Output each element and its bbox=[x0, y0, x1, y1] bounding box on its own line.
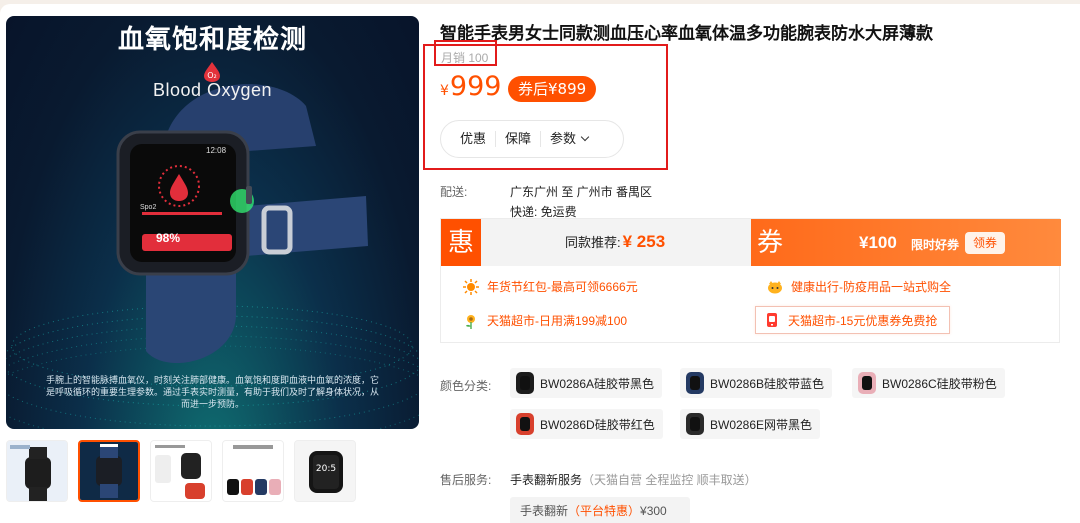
coupon-phone-icon bbox=[767, 313, 777, 327]
coupon-price-badge: 券后¥899 bbox=[508, 76, 597, 102]
sun-icon bbox=[463, 278, 479, 295]
thumbnail-5[interactable]: 20:5 bbox=[294, 440, 356, 502]
main-product-image[interactable]: 血氧饱和度检测 O₂ Blood Oxygen 12:08 Spo2 98% 手… bbox=[6, 16, 419, 429]
after-sales-service: 手表翻新服务（天猫自营 全程监控 顺丰取送） bbox=[510, 471, 757, 488]
recommend-text: 同款推荐: ¥ 253 bbox=[565, 232, 665, 252]
color-option-d[interactable]: BW0286D硅胶带红色 bbox=[510, 409, 663, 439]
monthly-sales: 月销 100 bbox=[441, 51, 489, 65]
svg-text:20:5: 20:5 bbox=[316, 464, 336, 474]
option-tag: （平台特惠） bbox=[568, 504, 641, 518]
tab-params[interactable]: 参数 bbox=[540, 131, 597, 147]
recommend-price: ¥ 253 bbox=[622, 232, 666, 251]
promo-item-label: 天猫超市-15元优惠券免费抢 bbox=[788, 313, 938, 328]
promo-panel: 惠 同款推荐: ¥ 253 券 ¥100 限时好券 领券 年货节红包-最高可领66… bbox=[440, 218, 1061, 343]
color-label: 颜色分类: bbox=[440, 379, 492, 393]
color-option-label: BW0286E网带黑色 bbox=[710, 417, 813, 432]
service-note: （天猫自营 全程监控 顺丰取送） bbox=[582, 473, 757, 487]
option-price: ¥300 bbox=[640, 504, 667, 518]
hero-caption: 手腕上的智能脉搏血氧仪，时刻关注肺部健康。血氧饱和度即血液中血氧的浓度，它是呼吸… bbox=[46, 375, 380, 409]
after-sales-label: 售后服务: bbox=[440, 473, 492, 487]
watch-spo2-label: Spo2 bbox=[140, 204, 157, 211]
recommend-area[interactable]: 同款推荐: ¥ 253 bbox=[481, 219, 751, 266]
tab-guarantee[interactable]: 保障 bbox=[495, 131, 540, 147]
coupon-tag: 限时好券 bbox=[911, 238, 960, 252]
recommend-label: 同款推荐: bbox=[565, 235, 621, 250]
hui-badge: 惠 bbox=[441, 219, 481, 266]
color-option-label: BW0286C硅胶带粉色 bbox=[882, 376, 997, 391]
cat-face-icon bbox=[768, 280, 782, 293]
promo-item-label: 健康出行-防疫用品一站式购全 bbox=[791, 280, 951, 294]
chevron-down-icon bbox=[580, 132, 590, 142]
option-name: 手表翻新 bbox=[520, 504, 569, 518]
product-title: 智能手表男女士同款测血压心率血氧体温多功能腕表防水大屏薄款 bbox=[440, 24, 933, 44]
thumbnail-1[interactable] bbox=[6, 440, 68, 502]
price-value: 999 bbox=[449, 71, 502, 102]
promo-bar: 惠 同款推荐: ¥ 253 券 ¥100 限时好券 领券 bbox=[441, 219, 1061, 266]
sunflower-icon bbox=[466, 314, 475, 329]
promo-item-tmall-coupon[interactable]: 天猫超市-15元优惠券免费抢 bbox=[755, 306, 951, 334]
claim-coupon-button[interactable]: 领券 bbox=[965, 232, 1006, 254]
watch-thumb-icon bbox=[858, 372, 876, 394]
promo-item-red-packet[interactable]: 年货节红包-最高可领6666元 bbox=[463, 278, 638, 295]
quan-badge: 券 bbox=[757, 227, 784, 257]
color-option-b[interactable]: BW0286B硅胶带蓝色 bbox=[680, 368, 833, 398]
service-name: 手表翻新服务 bbox=[510, 473, 583, 487]
coupon-banner: 券 ¥100 限时好券 领券 bbox=[751, 219, 1061, 266]
promo-item-label: 年货节红包-最高可领6666元 bbox=[487, 280, 638, 294]
color-option-label: BW0286D硅胶带红色 bbox=[540, 417, 655, 432]
price-currency: ¥ bbox=[440, 83, 449, 99]
info-tabs: 优惠 保障 参数 bbox=[440, 120, 624, 158]
color-option-e[interactable]: BW0286E网带黑色 bbox=[680, 409, 821, 439]
thumbnail-4[interactable] bbox=[222, 440, 284, 502]
hero-subtitle: Blood Oxygen bbox=[152, 80, 273, 100]
price: ¥999 bbox=[440, 71, 501, 102]
promo-item-tmall-199[interactable]: 天猫超市-日用满199减100 bbox=[463, 312, 627, 329]
thumbnail-2[interactable] bbox=[78, 440, 140, 502]
color-option-c[interactable]: BW0286C硅胶带粉色 bbox=[852, 368, 1005, 398]
delivery-route[interactable]: 广东广州 至 广州市 番禺区 bbox=[510, 183, 652, 200]
tab-discount[interactable]: 优惠 bbox=[451, 131, 495, 147]
watch-thumb-icon bbox=[686, 413, 704, 435]
promo-item-health[interactable]: 健康出行-防疫用品一站式购全 bbox=[767, 278, 951, 295]
color-option-a[interactable]: BW0286A硅胶带黑色 bbox=[510, 368, 663, 398]
color-option-label: BW0286B硅胶带蓝色 bbox=[710, 376, 825, 391]
watch-time: 12:08 bbox=[206, 146, 227, 155]
after-sales-option[interactable]: 手表翻新（平台特惠）¥300 bbox=[510, 497, 690, 523]
coupon-amount: ¥100 bbox=[859, 233, 897, 252]
delivery-label: 配送: bbox=[440, 185, 468, 199]
hero-title: 血氧饱和度检测 bbox=[117, 25, 307, 55]
thumbnail-strip: 20:5 bbox=[6, 440, 356, 502]
tab-params-label: 参数 bbox=[550, 131, 577, 146]
color-option-label: BW0286A硅胶带黑色 bbox=[540, 376, 655, 391]
thumbnail-3[interactable] bbox=[150, 440, 212, 502]
promo-item-label: 天猫超市-日用满199减100 bbox=[487, 314, 628, 328]
watch-thumb-icon bbox=[516, 372, 534, 394]
watch-thumb-icon bbox=[686, 372, 704, 394]
watch-percent: 98% bbox=[156, 231, 181, 245]
watch-thumb-icon bbox=[516, 413, 534, 435]
o2-label: O₂ bbox=[207, 71, 217, 80]
